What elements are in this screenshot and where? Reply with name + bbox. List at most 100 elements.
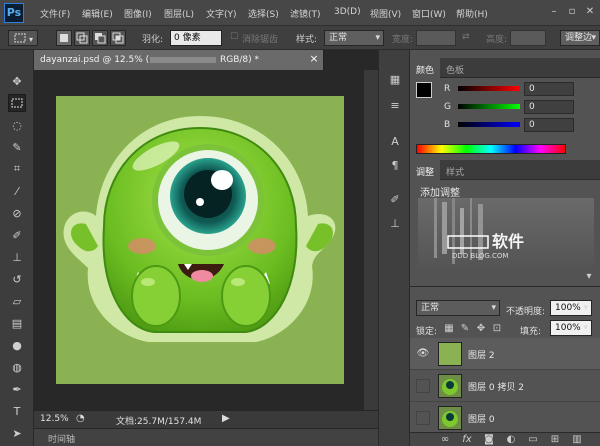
- visibility-toggle[interactable]: [416, 379, 430, 393]
- height-input[interactable]: [510, 30, 546, 46]
- layer-row[interactable]: 👁 图层 2: [410, 338, 600, 370]
- gradient-tool-icon[interactable]: ▤: [8, 314, 26, 332]
- width-label: 宽度:: [392, 35, 414, 45]
- dodge-tool-icon[interactable]: ◍: [8, 358, 26, 376]
- type-tool-icon[interactable]: T: [8, 402, 26, 420]
- lasso-tool-icon[interactable]: ◌: [8, 116, 26, 134]
- channel-g-slider[interactable]: [458, 104, 520, 109]
- menu-image[interactable]: 图像(I): [124, 7, 152, 20]
- close-icon[interactable]: ✕: [584, 6, 596, 18]
- brush-tool-icon[interactable]: ✐: [8, 226, 26, 244]
- timeline-label[interactable]: 时间轴: [48, 432, 75, 445]
- color-ramp[interactable]: [416, 144, 566, 154]
- lock-transparent-icon[interactable]: ▦: [442, 322, 456, 336]
- layer-row[interactable]: 图层 0 拷贝 2: [410, 370, 600, 402]
- channel-r-slider[interactable]: [458, 86, 520, 91]
- move-tool-icon[interactable]: ✥: [8, 72, 26, 90]
- new-selection-button[interactable]: [56, 30, 72, 46]
- link-icon[interactable]: ∞: [438, 433, 452, 446]
- channel-g-value[interactable]: 0: [524, 100, 574, 114]
- clone-stamp-tool-icon[interactable]: ⊥: [8, 248, 26, 266]
- crop-tool-icon[interactable]: ⌗: [8, 160, 26, 178]
- lock-pixels-icon[interactable]: ✎: [458, 322, 472, 336]
- rect-marquee-tool-icon[interactable]: [8, 94, 26, 112]
- vertical-scrollbar[interactable]: [364, 70, 378, 410]
- tab-adjustments[interactable]: 调整: [410, 160, 441, 180]
- trash-icon[interactable]: ▥: [570, 433, 584, 446]
- channel-b-slider[interactable]: [458, 122, 520, 127]
- minimize-icon[interactable]: –: [548, 6, 560, 18]
- style-select[interactable]: 正常: [324, 30, 384, 46]
- menu-help[interactable]: 帮助(H): [456, 7, 488, 20]
- fx-icon[interactable]: fx: [460, 433, 474, 446]
- channel-r-value[interactable]: 0: [524, 82, 574, 96]
- restore-icon[interactable]: ▫: [566, 6, 578, 18]
- menu-file[interactable]: 文件(F): [40, 7, 70, 20]
- tab-styles[interactable]: 样式: [440, 160, 470, 180]
- antialias-checkbox[interactable]: ☐: [230, 32, 238, 42]
- channel-r-label: R: [444, 84, 451, 94]
- options-bar: ▾ 羽化: 0 像素 ☐ 消除锯齿 样式: 正常 宽度: ⇄ 高度: 调整边: [0, 26, 600, 50]
- fill-label: 填充:: [520, 327, 542, 337]
- blend-mode-select[interactable]: 正常: [416, 300, 500, 316]
- document-tab[interactable]: dayanzai.psd @ 12.5% ( RGB/8) * ×: [34, 50, 324, 70]
- menu-3d[interactable]: 3D(D): [334, 7, 361, 17]
- subtract-selection-button[interactable]: [92, 30, 108, 46]
- watermark-brand: 软件: [492, 232, 525, 251]
- close-tab-icon[interactable]: ×: [308, 53, 320, 65]
- refine-edge-button[interactable]: 调整边: [560, 30, 600, 46]
- status-menu-arrow-icon[interactable]: ▶: [222, 413, 230, 424]
- photoshop-logo: Ps: [4, 3, 24, 23]
- adjustment-watermark: 软件 DDD BLOG.COM: [418, 198, 594, 272]
- brush-panel-icon[interactable]: ✐: [386, 190, 404, 208]
- folder-icon[interactable]: ▭: [526, 433, 540, 446]
- width-input[interactable]: [416, 30, 456, 46]
- menu-select[interactable]: 选择(S): [248, 7, 279, 20]
- document-tab-title: dayanzai.psd @ 12.5% (: [40, 55, 150, 65]
- marquee-preset-picker[interactable]: ▾: [8, 30, 38, 46]
- blur-tool-icon[interactable]: ●: [8, 336, 26, 354]
- properties-panel-icon[interactable]: ≡: [386, 96, 404, 114]
- adjust-panel-menu-icon[interactable]: ▾: [582, 270, 596, 284]
- menu-view[interactable]: 视图(V): [370, 7, 401, 20]
- clone-source-panel-icon[interactable]: ⊥: [386, 214, 404, 232]
- visibility-eye-icon[interactable]: 👁: [416, 347, 430, 361]
- menu-edit[interactable]: 编辑(E): [82, 7, 113, 20]
- history-panel-icon[interactable]: ▦: [386, 70, 404, 88]
- lock-all-icon[interactable]: ⊡: [490, 322, 504, 336]
- paragraph-panel-icon[interactable]: ¶: [386, 156, 404, 174]
- menu-layer[interactable]: 图层(L): [164, 7, 194, 20]
- character-panel-icon[interactable]: A: [386, 132, 404, 150]
- antialias-label: 消除锯齿: [242, 35, 279, 45]
- opacity-input[interactable]: 100%: [550, 300, 592, 316]
- eyedropper-tool-icon[interactable]: ⁄: [8, 182, 26, 200]
- lock-position-icon[interactable]: ✥: [474, 322, 488, 336]
- tab-color[interactable]: 颜色: [410, 58, 441, 78]
- add-selection-button[interactable]: [74, 30, 90, 46]
- zoom-level[interactable]: 12.5%: [40, 414, 69, 424]
- feather-input[interactable]: 0 像素: [170, 30, 222, 46]
- foreground-color-swatch[interactable]: [416, 82, 432, 98]
- swap-icon[interactable]: ⇄: [462, 32, 470, 42]
- layer-row[interactable]: 图层 0: [410, 402, 600, 434]
- path-select-tool-icon[interactable]: ➤: [8, 424, 26, 442]
- new-layer-icon[interactable]: ⊞: [548, 433, 562, 446]
- menu-window[interactable]: 窗口(W): [412, 7, 446, 20]
- visibility-toggle[interactable]: [416, 411, 430, 425]
- tab-swatches[interactable]: 色板: [440, 58, 470, 78]
- menu-filter[interactable]: 滤镜(T): [290, 7, 321, 20]
- share-icon[interactable]: ◔: [76, 413, 88, 425]
- eraser-tool-icon[interactable]: ▱: [8, 292, 26, 310]
- menu-type[interactable]: 文字(Y): [206, 7, 237, 20]
- healing-brush-tool-icon[interactable]: ⊘: [8, 204, 26, 222]
- fill-input[interactable]: 100%: [550, 320, 592, 336]
- intersect-selection-button[interactable]: [110, 30, 126, 46]
- mask-icon[interactable]: ◙: [482, 433, 496, 446]
- image-canvas[interactable]: [56, 96, 344, 384]
- channel-b-value[interactable]: 0: [524, 118, 574, 132]
- history-brush-tool-icon[interactable]: ↺: [8, 270, 26, 288]
- quick-select-tool-icon[interactable]: ✎: [8, 138, 26, 156]
- pen-tool-icon[interactable]: ✒: [8, 380, 26, 398]
- layers-bottom-bar: ∞ fx ◙ ◐ ▭ ⊞ ▥: [410, 432, 600, 446]
- adjustment-icon[interactable]: ◐: [504, 433, 518, 446]
